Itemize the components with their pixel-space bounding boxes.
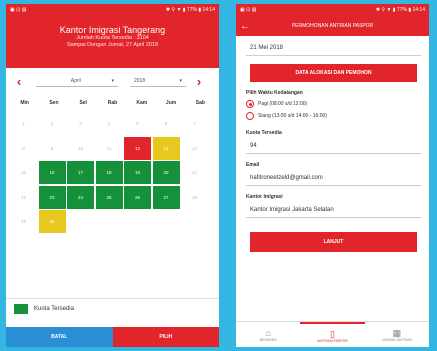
until-line: Sampai Dengan Jumat, 27 April 2018	[66, 42, 159, 48]
legend-swatch	[14, 304, 28, 314]
office-title: Kantor Imigrasi Tangerang	[59, 25, 166, 35]
queue-form: 21 Mei 2018 DATA ALOKASI DAN PEMOHON Pil…	[236, 36, 429, 252]
month-value: April	[70, 77, 81, 84]
year-select[interactable]: 2018 ▾	[130, 75, 186, 87]
calendar-day[interactable]: 27	[152, 185, 180, 209]
weekday-label: Kam	[136, 100, 148, 106]
calendar-day[interactable]: 13	[152, 136, 180, 160]
calendar-day: 7	[193, 121, 196, 126]
date-field[interactable]: 21 Mei 2018	[246, 40, 421, 56]
calendar-day[interactable]: 18	[95, 161, 123, 184]
legend-label: Kuota Tersedia	[34, 306, 74, 312]
calendar-day[interactable]: 16	[38, 161, 66, 184]
chevron-left-icon[interactable]: ‹	[12, 74, 26, 89]
calendar-day: 21	[191, 170, 197, 175]
status-right: ✱ ⚲ ▼ ▮ 77% ▮ 14:14	[165, 7, 215, 13]
dropdown-arrow-icon: ▾	[179, 77, 182, 84]
divider	[6, 298, 219, 299]
legend: Kuota Tersedia	[14, 304, 74, 314]
arrow-left-icon[interactable]: ←	[240, 21, 258, 32]
nav-queue-schedule[interactable]: ▦ JADWAL ANTRIAN	[365, 322, 429, 347]
quota-field[interactable]: 94	[246, 138, 421, 154]
status-right: ✱ ⚲ ▼ ▮ 77% ▮ 14:14	[375, 7, 425, 13]
chevron-right-icon[interactable]: ›	[192, 74, 206, 89]
calendar-day: 14	[191, 145, 197, 151]
weekday-label: Sen	[49, 100, 59, 106]
status-left: ▣ ⊡ ▤	[10, 7, 27, 13]
calendar-day: 2	[50, 121, 54, 126]
calendar-day: 28	[191, 194, 197, 200]
calendar-day: 8	[22, 145, 25, 151]
nav-home-label: BERANDA	[259, 337, 277, 342]
year-value: 2018	[134, 77, 146, 84]
quota-line: Jumlah Kuota Tersedia : 3104	[76, 35, 149, 41]
calendar-day[interactable]: 26	[124, 185, 151, 209]
status-left: ▣ ⊡ ▤	[240, 7, 257, 13]
calendar-day[interactable]: 24	[67, 185, 94, 209]
queue-form-screen: ▣ ⊡ ▤ ✱ ⚲ ▼ ▮ 77% ▮ 14:14 ← PERMOHONAN A…	[236, 4, 429, 347]
option-afternoon-label: Siang (13:00 s/d 14:00 - 16:00)	[258, 113, 327, 119]
calendar-screen: ▣ ⊡ ▤ ✱ ⚲ ▼ ▮ 77% ▮ 14:14 Kantor Imigras…	[6, 4, 219, 347]
weekday-label: Rab	[107, 100, 118, 106]
calendar-day: 29	[20, 219, 26, 224]
weekday-label: Sel	[79, 100, 87, 106]
calendar-day: 9	[50, 145, 54, 151]
status-bar: ▣ ⊡ ▤ ✱ ⚲ ▼ ▮ 77% ▮ 14:14	[6, 4, 219, 16]
calendar-day: 1	[22, 121, 25, 126]
applicant-data-button[interactable]: DATA ALOKASI DAN PEMOHON	[250, 64, 417, 82]
weekday-label: Jum	[165, 100, 177, 106]
email-label: Email	[246, 162, 260, 168]
month-selector-row: ‹ April ▾ 2018 ▾ ›	[6, 68, 219, 94]
weekday-label: Sab	[195, 100, 205, 106]
weekday-label: Min	[20, 100, 29, 106]
radio-empty-icon	[246, 112, 254, 120]
arrival-time-label: Pilih Waktu Kedatangan	[246, 90, 303, 96]
form-header: ← PERMOHONAN ANTRIAN PASPOR	[236, 16, 429, 36]
calendar-day[interactable]: 19	[124, 161, 151, 184]
calendar-day: 3	[79, 121, 82, 126]
next-button[interactable]: LANJUT	[250, 232, 417, 252]
radio-afternoon[interactable]: Siang (13:00 s/d 14:00 - 16:00)	[246, 110, 421, 122]
month-select[interactable]: April ▾	[36, 75, 118, 87]
status-bar: ▣ ⊡ ▤ ✱ ⚲ ▼ ▮ 77% ▮ 14:14	[236, 4, 429, 16]
calendar: Min Sen Sel Rab Kam Jum Sab 1 2 3 4 5 6 7 8 9 10 11 12 13 1…	[6, 94, 219, 233]
calendar-day: 15	[20, 170, 26, 175]
select-button[interactable]: PILIH	[112, 327, 219, 347]
office-field[interactable]: Kantor Imigrasi Jakarta Selatan	[246, 202, 421, 218]
calendar-day[interactable]: 12	[124, 136, 151, 160]
nav-passport-queue[interactable]: ▯ ANTRIAN PASPOR	[300, 322, 365, 347]
form-title: PERMOHONAN ANTRIAN PASPOR	[291, 23, 374, 29]
home-icon: ⌂	[265, 327, 271, 338]
nav-home[interactable]: ⌂ BERANDA	[236, 322, 300, 347]
calendar-day[interactable]: 17	[67, 161, 94, 184]
email-field[interactable]: hafitroneetzeld@gmail.com	[246, 170, 421, 186]
calendar-day: 5	[136, 121, 139, 126]
action-bar: BATAL PILIH	[6, 327, 219, 347]
option-morning-label: Pagi (08:00 s/d 12:00)	[258, 101, 308, 107]
calendar-grid: 1 2 3 4 5 6 7 8 9 10 11 12 13 14 15 16 17 18 19 20 21 22 23 24 2…	[10, 112, 215, 233]
cancel-button[interactable]: BATAL	[6, 327, 113, 347]
radio-morning[interactable]: Pagi (08:00 s/d 12:00)	[246, 98, 421, 110]
calendar-day[interactable]: 25	[95, 185, 123, 209]
document-icon: ▯	[330, 328, 335, 339]
calendar-day[interactable]: 30	[38, 210, 66, 233]
quota-label: Kuota Tersedia	[246, 130, 282, 136]
calendar-day[interactable]: 20	[152, 161, 180, 184]
bottom-nav: ⌂ BERANDA ▯ ANTRIAN PASPOR ▦ JADWAL ANTR…	[236, 321, 429, 347]
nav-queue-schedule-label: JADWAL ANTRIAN	[381, 337, 412, 342]
calendar-header: Kantor Imigrasi Tangerang Jumlah Kuota T…	[6, 16, 219, 68]
nav-passport-queue-label: ANTRIAN PASPOR	[317, 338, 348, 343]
calendar-day[interactable]: 23	[38, 185, 66, 209]
calendar-day: 10	[77, 145, 83, 151]
calendar-day: 4	[107, 121, 111, 126]
calendar-day: 22	[20, 194, 26, 200]
calendar-day: 11	[106, 145, 112, 151]
calendar-day: 6	[164, 121, 168, 126]
calendar-icon: ▦	[392, 327, 402, 338]
dropdown-arrow-icon: ▾	[111, 77, 114, 84]
office-label: Kantor Imigrasi	[246, 194, 283, 200]
weekday-header: Min Sen Sel Rab Kam Jum Sab	[10, 96, 215, 110]
radio-selected-icon	[246, 100, 254, 108]
